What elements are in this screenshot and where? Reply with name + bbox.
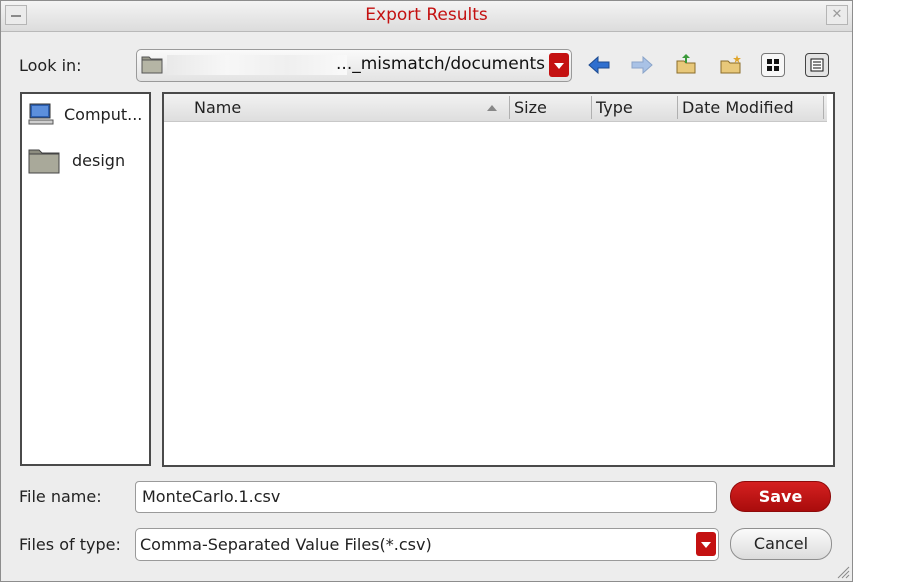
computer-icon: [28, 103, 54, 125]
place-label: Comput...: [64, 104, 143, 124]
resize-grip-icon[interactable]: [836, 565, 850, 579]
close-button[interactable]: ✕: [826, 5, 848, 25]
column-separator[interactable]: [509, 96, 510, 119]
look-in-path: ..._mismatch/documents: [336, 54, 545, 74]
path-prefix: [167, 55, 347, 75]
column-name[interactable]: Name: [194, 98, 241, 117]
places-panel: Comput... design: [20, 92, 151, 466]
file-name-label: File name:: [19, 487, 102, 506]
column-separator[interactable]: [591, 96, 592, 119]
look-in-label: Look in:: [19, 56, 82, 75]
file-type-label: Files of type:: [19, 535, 121, 554]
folder-icon: [28, 149, 60, 174]
close-icon: ✕: [831, 7, 843, 22]
up-folder-button[interactable]: [673, 52, 699, 78]
new-folder-button[interactable]: [718, 52, 744, 78]
export-dialog: Export Results ✕ Look in: ..._mismatch/d…: [0, 0, 853, 582]
grid-icon: [767, 59, 779, 71]
chevron-down-icon[interactable]: [549, 53, 569, 77]
column-type[interactable]: Type: [596, 98, 633, 117]
save-button[interactable]: Save: [730, 481, 831, 512]
chevron-down-icon[interactable]: [696, 532, 716, 556]
dialog-title: Export Results: [365, 5, 488, 25]
file-type-combo[interactable]: Comma-Separated Value Files(*.csv): [135, 528, 719, 561]
new-folder-icon: [720, 55, 741, 74]
column-separator[interactable]: [823, 96, 824, 119]
sort-ascending-icon: [487, 105, 497, 111]
place-computer[interactable]: Comput...: [28, 102, 142, 126]
place-design[interactable]: design: [28, 146, 125, 174]
title-bar: Export Results ✕: [1, 1, 852, 32]
column-separator[interactable]: [677, 96, 678, 119]
file-name-label-text: File name:: [19, 487, 102, 506]
column-date-modified[interactable]: Date Modified: [682, 98, 794, 117]
file-name-input[interactable]: MonteCarlo.1.csv: [135, 481, 717, 513]
arrow-left-icon: [588, 55, 610, 75]
up-folder-icon: [676, 54, 696, 74]
arrow-right-icon: [631, 55, 653, 75]
file-list-header: Name Size Type Date Modified: [164, 94, 827, 122]
cancel-button[interactable]: Cancel: [730, 528, 832, 560]
details-view-button[interactable]: [805, 53, 829, 77]
list-view-button[interactable]: [761, 53, 785, 77]
place-label: design: [72, 150, 126, 170]
forward-button[interactable]: [629, 52, 655, 78]
details-icon: [810, 58, 824, 72]
file-list-panel[interactable]: Name Size Type Date Modified: [162, 92, 835, 467]
back-button[interactable]: [586, 52, 612, 78]
file-type-value: Comma-Separated Value Files(*.csv): [140, 535, 432, 554]
column-size[interactable]: Size: [514, 98, 547, 117]
look-in-combo[interactable]: ..._mismatch/documents: [136, 49, 572, 82]
folder-icon: [141, 56, 163, 74]
